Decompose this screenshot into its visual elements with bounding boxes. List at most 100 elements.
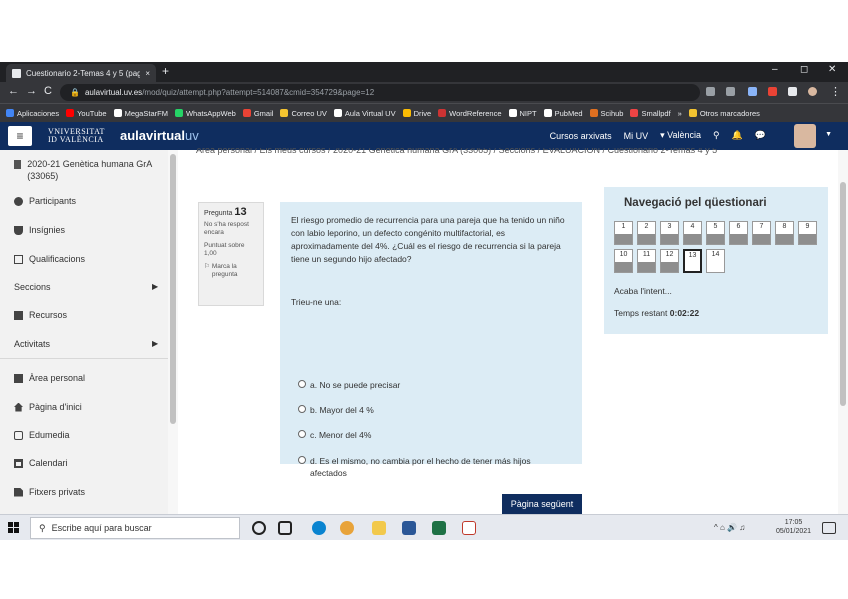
- back-button[interactable]: ←: [8, 85, 19, 97]
- browser-tab[interactable]: Cuestionario 2-Temas 4 y 5 (pag ×: [6, 64, 156, 82]
- sidebar-item-dashboard[interactable]: Àrea personal: [14, 373, 85, 383]
- bookmark-item[interactable]: MegaStarFM: [113, 109, 168, 118]
- quiz-nav-button[interactable]: 9: [798, 221, 817, 245]
- extension-icon[interactable]: [768, 87, 777, 96]
- windows-start-icon[interactable]: [8, 522, 20, 534]
- radio-button[interactable]: [298, 430, 306, 438]
- radio-button[interactable]: [298, 380, 306, 388]
- task-view-icon[interactable]: [278, 521, 292, 535]
- word-icon[interactable]: [402, 521, 416, 535]
- aulavirtual-logo[interactable]: aulavirtualuv: [120, 128, 199, 143]
- uv-logo[interactable]: VNIVERSITAT ID VALÈNCIA: [48, 128, 105, 144]
- archived-courses-link[interactable]: Cursos arxivats: [550, 131, 612, 141]
- extensions-puzzle-icon[interactable]: [788, 87, 797, 96]
- maximize-button[interactable]: ◻: [800, 64, 808, 75]
- forward-button[interactable]: →: [26, 85, 37, 97]
- notifications-bell-icon[interactable]: 🔔: [732, 130, 743, 141]
- language-menu[interactable]: ▾ València: [660, 130, 701, 141]
- radio-button[interactable]: [298, 456, 306, 464]
- sidebar-item-label: Edumedia: [29, 430, 70, 440]
- bookmark-item[interactable]: »: [678, 109, 682, 118]
- quiz-nav-button[interactable]: 4: [683, 221, 702, 245]
- menu-dots-icon[interactable]: ⋮: [830, 85, 841, 98]
- quiz-nav-button-label: 4: [690, 223, 695, 230]
- quiz-nav-button[interactable]: 14: [706, 249, 725, 273]
- quiz-nav-button[interactable]: 2: [637, 221, 656, 245]
- close-window-button[interactable]: ✕: [828, 64, 836, 75]
- key-icon[interactable]: [706, 87, 715, 96]
- bookmark-item[interactable]: PubMed: [543, 109, 583, 118]
- address-bar[interactable]: 🔒 aulavirtual.uv.es /mod/quiz/attempt.ph…: [60, 84, 700, 101]
- cortana-icon[interactable]: [252, 521, 266, 535]
- sidebar-item-activities[interactable]: Activitats: [14, 339, 50, 349]
- sidebar-item-resources[interactable]: Recursos: [14, 310, 67, 320]
- bookmark-item[interactable]: Smallpdf: [630, 109, 671, 118]
- taskbar-clock[interactable]: 17:05 05/01/2021: [776, 518, 811, 536]
- system-tray[interactable]: ^ ⌂ 🔊 ♫: [714, 523, 745, 532]
- minimize-button[interactable]: –: [772, 64, 778, 75]
- quiz-nav-button[interactable]: 3: [660, 221, 679, 245]
- sidebar-item-edumedia[interactable]: Edumedia: [14, 430, 70, 440]
- file-explorer-icon[interactable]: [372, 521, 386, 535]
- quiz-nav-button[interactable]: 5: [706, 221, 725, 245]
- chevron-right-icon[interactable]: ▶: [152, 339, 158, 348]
- chrome-icon[interactable]: [340, 521, 354, 535]
- messages-icon[interactable]: 💬: [755, 130, 766, 141]
- sidebar-item-badges[interactable]: Insígnies: [14, 225, 65, 235]
- finish-attempt-link[interactable]: Acaba l'intent...: [614, 286, 672, 296]
- radio-button[interactable]: [298, 405, 306, 413]
- quiz-nav-button[interactable]: 1: [614, 221, 633, 245]
- next-page-button[interactable]: Pàgina següent: [502, 494, 582, 514]
- answer-option-c[interactable]: c. Menor del 4%: [298, 429, 371, 441]
- bookmark-item[interactable]: WhatsAppWeb: [174, 109, 236, 118]
- answer-option-b[interactable]: b. Mayor del 4 %: [298, 404, 374, 416]
- sidebar-item-course[interactable]: 2020-21 Genètica humana GrA (33065): [14, 158, 154, 182]
- quiz-nav-button[interactable]: 13: [683, 249, 702, 273]
- bookmark-item[interactable]: Scihub: [589, 109, 623, 118]
- chevron-right-icon[interactable]: ▶: [152, 282, 158, 291]
- my-uv-link[interactable]: Mi UV: [624, 131, 649, 141]
- quiz-nav-button[interactable]: 6: [729, 221, 748, 245]
- quiz-nav-button[interactable]: 11: [637, 249, 656, 273]
- breadcrumb[interactable]: Àrea personal / Els meus cursos / 2020-2…: [196, 148, 756, 157]
- flag-question-link[interactable]: ⚐ Marca la pregunta: [204, 263, 258, 279]
- sidebar-item-home[interactable]: Pàgina d'inici: [14, 402, 82, 412]
- bookmark-item[interactable]: Aula Virtual UV: [333, 109, 396, 118]
- bookmark-item[interactable]: Aplicaciones: [6, 109, 59, 118]
- profile-icon[interactable]: [808, 87, 817, 96]
- quiz-nav-button[interactable]: 12: [660, 249, 679, 273]
- search-icon[interactable]: ⚲: [713, 130, 720, 141]
- bookmark-item[interactable]: Gmail: [242, 109, 273, 118]
- star-icon[interactable]: [726, 87, 735, 96]
- sidebar-item-participants[interactable]: Participants: [14, 196, 76, 206]
- page-scrollbar-thumb[interactable]: [840, 182, 846, 406]
- avatar[interactable]: [794, 124, 816, 148]
- quiz-nav-button[interactable]: 8: [775, 221, 794, 245]
- answer-option-a[interactable]: a. No se puede precisar: [298, 379, 400, 391]
- bookmark-item[interactable]: Correo UV: [280, 109, 327, 118]
- quiz-nav-button[interactable]: 7: [752, 221, 771, 245]
- extension-icon[interactable]: [748, 87, 757, 96]
- reload-button[interactable]: C: [44, 85, 52, 97]
- pdf-icon[interactable]: [462, 521, 476, 535]
- sidebar-scrollbar-thumb[interactable]: [170, 154, 176, 424]
- sidebar-item-sections[interactable]: Seccions: [14, 282, 51, 292]
- bookmark-item[interactable]: Drive: [402, 109, 431, 118]
- sidebar-item-private-files[interactable]: Fitxers privats: [14, 487, 85, 497]
- edge-icon[interactable]: [312, 521, 326, 535]
- tab-close-icon[interactable]: ×: [145, 69, 150, 78]
- hamburger-menu-button[interactable]: ≡: [8, 126, 32, 146]
- excel-icon[interactable]: [432, 521, 446, 535]
- taskbar-search[interactable]: ⚲ Escribe aquí para buscar: [30, 517, 240, 539]
- bookmark-item[interactable]: YouTube: [66, 109, 107, 118]
- notifications-icon[interactable]: [822, 522, 836, 534]
- bookmark-item[interactable]: NIPT: [508, 109, 537, 118]
- answer-option-d[interactable]: d. Es el mismo, no cambia por el hecho d…: [298, 455, 568, 479]
- bookmark-item[interactable]: WordReference: [438, 109, 502, 118]
- sidebar-item-grades[interactable]: Qualificacions: [14, 254, 85, 264]
- new-tab-button[interactable]: +: [162, 64, 169, 78]
- bookmark-item[interactable]: Otros marcadores: [688, 109, 760, 118]
- chevron-down-icon[interactable]: ▼: [825, 131, 832, 138]
- sidebar-item-calendar[interactable]: Calendari: [14, 458, 68, 468]
- quiz-nav-button[interactable]: 10: [614, 249, 633, 273]
